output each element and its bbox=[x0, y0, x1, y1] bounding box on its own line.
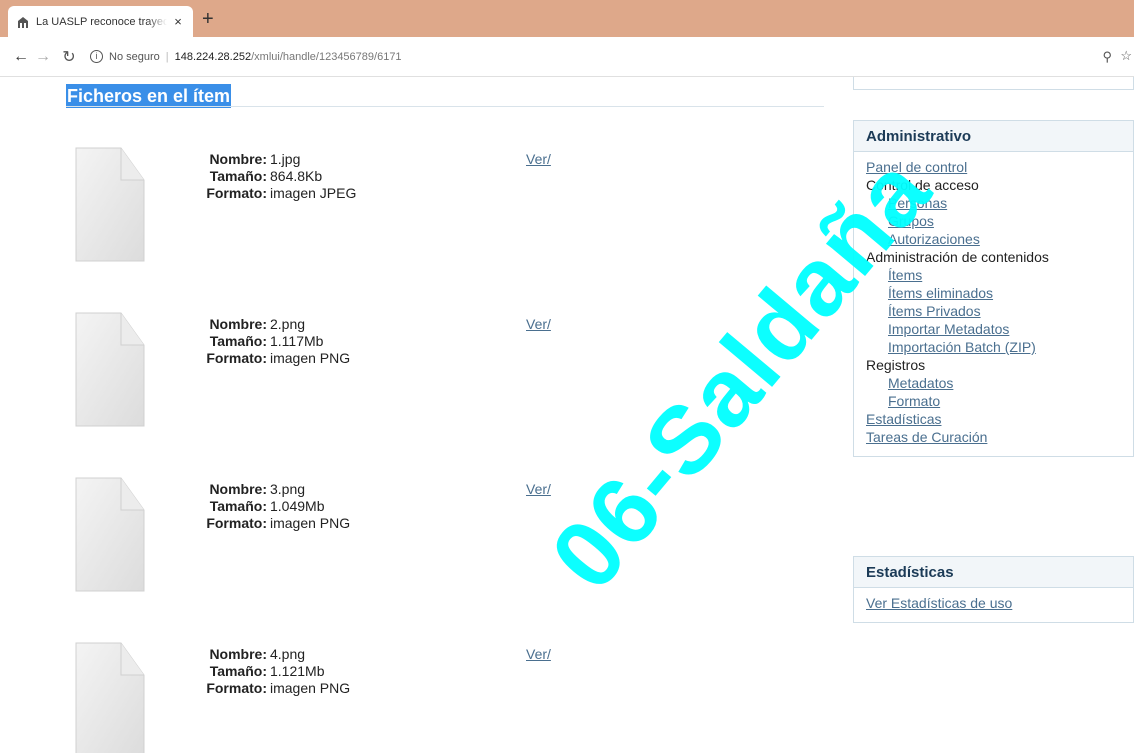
file-format: imagen PNG bbox=[270, 680, 351, 696]
omnibox-divider: | bbox=[165, 50, 169, 63]
url-path: /xmlui/handle/123456789/6171 bbox=[251, 50, 402, 63]
format-label: Formato: bbox=[206, 680, 267, 696]
security-status: No seguro bbox=[109, 50, 160, 63]
sidebar-panel-bottom bbox=[853, 77, 1134, 90]
format-label: Formato: bbox=[206, 515, 267, 531]
people-link[interactable]: Personas bbox=[866, 194, 1121, 212]
file-name: 1.jpg bbox=[270, 151, 301, 167]
deleted-items-link[interactable]: Ítems eliminados bbox=[866, 284, 1121, 302]
new-tab-button[interactable]: + bbox=[202, 8, 214, 30]
size-label: Tamaño: bbox=[209, 498, 267, 514]
file-metadata: Nombre: 3.png Tamaño: 1.049Mb Formato: imag… bbox=[203, 481, 350, 532]
section-title: Ficheros en el ítem bbox=[66, 84, 232, 108]
back-arrow-icon[interactable]: ← bbox=[10, 48, 32, 66]
view-file-link[interactable]: Ver/ bbox=[526, 151, 551, 167]
reload-icon[interactable]: ↻ bbox=[58, 47, 80, 67]
view-usage-statistics-link[interactable]: Ver Estadísticas de uso bbox=[866, 594, 1121, 612]
batch-import-link[interactable]: Importación Batch (ZIP) bbox=[866, 338, 1121, 356]
file-item: Nombre: 3.png Tamaño: 1.049Mb Formato: imag… bbox=[75, 477, 635, 597]
metadata-registry-link[interactable]: Metadatos bbox=[866, 374, 1121, 392]
section-divider bbox=[66, 106, 824, 107]
file-item: Nombre: 4.png Tamaño: 1.121Mb Formato: imag… bbox=[75, 642, 635, 753]
content-admin-heading: Administración de contenidos bbox=[866, 249, 1049, 265]
statistics-menu: Ver Estadísticas de uso bbox=[854, 588, 1133, 622]
groups-link[interactable]: Grupos bbox=[866, 212, 1121, 230]
format-label: Formato: bbox=[206, 185, 267, 201]
zoom-icon[interactable]: ⚲ bbox=[1102, 49, 1112, 65]
file-item: Nombre: 1.jpg Tamaño: 864.8Kb Formato: imag… bbox=[75, 147, 635, 267]
control-panel-link[interactable]: Panel de control bbox=[866, 158, 1121, 176]
import-metadata-link[interactable]: Importar Metadatos bbox=[866, 320, 1121, 338]
view-file-link[interactable]: Ver/ bbox=[526, 316, 551, 332]
view-file-link[interactable]: Ver/ bbox=[526, 646, 551, 662]
file-format: imagen PNG bbox=[270, 350, 351, 366]
admin-menu: Panel de control Control de acceso Perso… bbox=[854, 152, 1133, 456]
admin-panel: Administrativo Panel de control Control … bbox=[853, 120, 1134, 457]
file-format: imagen JPEG bbox=[270, 185, 357, 201]
url-input[interactable]: i No seguro | 148.224.28.252 /xmlui/hand… bbox=[90, 50, 402, 63]
info-icon[interactable]: i bbox=[90, 50, 103, 63]
browser-tab[interactable]: La UASLP reconoce trayectoria a × bbox=[8, 6, 193, 37]
admin-panel-title: Administrativo bbox=[854, 121, 1133, 152]
size-label: Tamaño: bbox=[209, 333, 267, 349]
address-bar: ← → ↻ i No seguro | 148.224.28.252 /xmlu… bbox=[0, 37, 1134, 77]
tab-title: La UASLP reconoce trayectoria a bbox=[36, 15, 167, 28]
file-name: 4.png bbox=[270, 646, 306, 662]
url-host: 148.224.28.252 bbox=[174, 50, 252, 63]
size-label: Tamaño: bbox=[209, 663, 267, 679]
statistics-panel: Estadísticas Ver Estadísticas de uso bbox=[853, 556, 1134, 623]
file-icon[interactable] bbox=[75, 642, 145, 753]
name-label: Nombre: bbox=[209, 481, 267, 497]
items-link[interactable]: Ítems bbox=[866, 266, 1121, 284]
file-size: 864.8Kb bbox=[270, 168, 323, 184]
name-label: Nombre: bbox=[209, 151, 267, 167]
curation-tasks-link[interactable]: Tareas de Curación bbox=[866, 428, 1121, 446]
format-registry-link[interactable]: Formato bbox=[866, 392, 1121, 410]
file-icon[interactable] bbox=[75, 477, 145, 593]
private-items-link[interactable]: Ítems Privados bbox=[866, 302, 1121, 320]
favicon-icon bbox=[16, 15, 30, 29]
bookmark-star-icon[interactable]: ☆ bbox=[1120, 48, 1132, 64]
statistics-link[interactable]: Estadísticas bbox=[866, 410, 1121, 428]
registries-heading: Registros bbox=[866, 357, 926, 373]
size-label: Tamaño: bbox=[209, 168, 267, 184]
file-format: imagen PNG bbox=[270, 515, 351, 531]
file-metadata: Nombre: 1.jpg Tamaño: 864.8Kb Formato: imag… bbox=[203, 151, 356, 202]
view-file-link[interactable]: Ver/ bbox=[526, 481, 551, 497]
browser-tab-bar: La UASLP reconoce trayectoria a × + bbox=[0, 0, 1134, 37]
file-metadata: Nombre: 2.png Tamaño: 1.117Mb Formato: imag… bbox=[203, 316, 350, 367]
file-name: 3.png bbox=[270, 481, 306, 497]
format-label: Formato: bbox=[206, 350, 267, 366]
name-label: Nombre: bbox=[209, 646, 267, 662]
file-name: 2.png bbox=[270, 316, 306, 332]
file-metadata: Nombre: 4.png Tamaño: 1.121Mb Formato: imag… bbox=[203, 646, 350, 697]
file-icon[interactable] bbox=[75, 312, 145, 428]
name-label: Nombre: bbox=[209, 316, 267, 332]
file-size: 1.117Mb bbox=[270, 333, 324, 349]
authorizations-link[interactable]: Autorizaciones bbox=[866, 230, 1121, 248]
file-item: Nombre: 2.png Tamaño: 1.117Mb Formato: imag… bbox=[75, 312, 635, 432]
file-size: 1.121Mb bbox=[270, 663, 325, 679]
access-control-heading: Control de acceso bbox=[866, 177, 979, 193]
file-icon[interactable] bbox=[75, 147, 145, 263]
statistics-panel-title: Estadísticas bbox=[854, 557, 1133, 588]
forward-arrow-icon[interactable]: → bbox=[32, 48, 54, 66]
close-tab-icon[interactable]: × bbox=[171, 14, 185, 29]
file-size: 1.049Mb bbox=[270, 498, 325, 514]
